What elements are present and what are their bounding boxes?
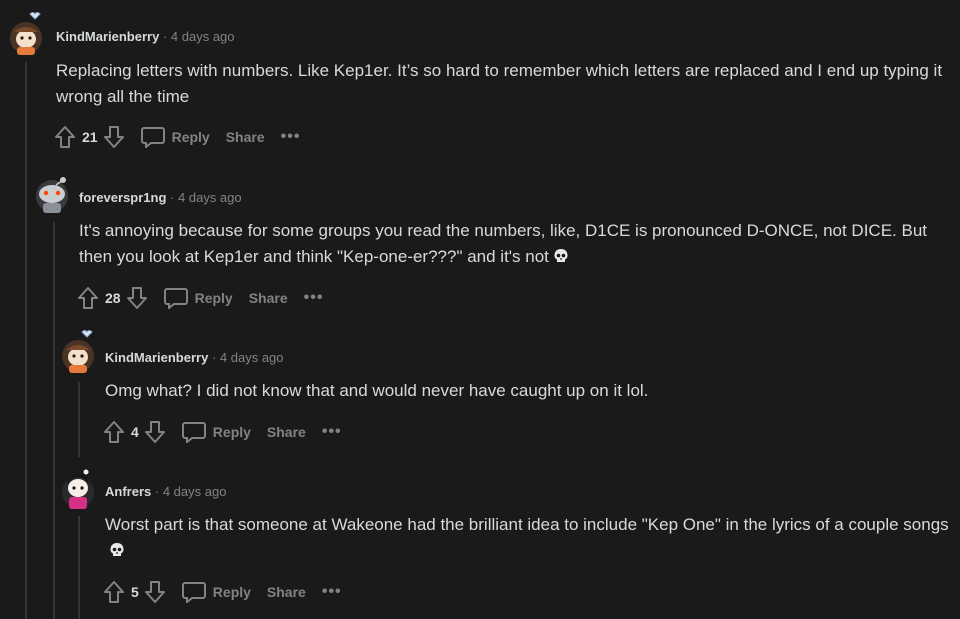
comment-author[interactable]: KindMarienberry (56, 29, 159, 44)
comment-timestamp[interactable]: 4 days ago (178, 190, 242, 205)
reply-button[interactable]: Reply (181, 421, 251, 443)
upvote-icon[interactable] (103, 420, 125, 444)
more-options-icon[interactable]: ••• (322, 584, 342, 600)
comment-timestamp[interactable]: 4 days ago (220, 350, 284, 365)
upvote-icon[interactable] (103, 580, 125, 604)
more-options-icon[interactable]: ••• (281, 129, 301, 145)
comment-body: It's annoying because for some groups yo… (79, 221, 927, 266)
upvote-icon[interactable] (54, 125, 76, 149)
comment-timestamp[interactable]: 4 days ago (163, 484, 227, 499)
reply-label: Reply (212, 584, 251, 600)
meta-separator: · (154, 484, 160, 499)
skull-emoji-icon (109, 540, 125, 566)
comment-body: Worst part is that someone at Wakeone ha… (105, 515, 949, 534)
thread-line-level-3b[interactable] (78, 516, 80, 619)
vote-score: 4 (131, 424, 139, 440)
comment-actions: 21 Reply Share ••• (54, 124, 300, 150)
share-label: Share (266, 424, 306, 440)
meta-separator: · (170, 190, 175, 205)
comment-actions: 28 Reply Share ••• (77, 285, 323, 311)
comment-actions: 4 Reply Share ••• (103, 419, 342, 445)
comment-author[interactable]: KindMarienberry (105, 350, 208, 365)
comment-body: Omg what? I did not know that and would … (105, 381, 649, 400)
downvote-icon[interactable] (126, 286, 148, 310)
more-options-icon[interactable]: ••• (304, 290, 324, 306)
comment-author[interactable]: Anfrers (105, 484, 151, 499)
share-button[interactable]: Share (249, 290, 288, 306)
share-label: Share (225, 129, 265, 145)
comment-bubble-icon (140, 127, 165, 148)
share-button[interactable]: Share (226, 129, 265, 145)
upvote-icon[interactable] (77, 286, 99, 310)
snoo-avatar-brown-hair-icon[interactable] (8, 12, 44, 55)
meta-separator: · (211, 350, 217, 365)
reply-button[interactable]: Reply (181, 581, 251, 603)
comment-actions: 5 Reply Share ••• (103, 579, 342, 605)
reply-button[interactable]: Reply (163, 287, 233, 309)
vote-score: 21 (82, 129, 98, 145)
thread-line-level-2[interactable] (53, 222, 55, 619)
comment-bubble-icon (163, 288, 188, 309)
share-label: Share (266, 584, 306, 600)
thread-line-level-3[interactable] (78, 382, 80, 457)
share-button[interactable]: Share (267, 424, 306, 440)
reply-label: Reply (171, 129, 210, 145)
skull-emoji-icon (553, 246, 569, 272)
more-options-icon[interactable]: ••• (322, 424, 342, 440)
downvote-icon[interactable] (144, 420, 166, 444)
snoo-avatar-pink-icon[interactable] (60, 466, 96, 509)
comment-bubble-icon (181, 582, 206, 603)
comment-author[interactable]: foreverspr1ng (79, 190, 166, 205)
snoo-avatar-gray-icon[interactable] (34, 172, 70, 213)
comment-bubble-icon (181, 422, 206, 443)
comment-timestamp[interactable]: 4 days ago (171, 29, 235, 44)
share-button[interactable]: Share (267, 584, 306, 600)
thread-line-level-1[interactable] (25, 62, 27, 619)
meta-separator: · (162, 29, 168, 44)
reply-button[interactable]: Reply (140, 126, 210, 148)
comment-body: Replacing letters with numbers. Like Kep… (56, 61, 943, 106)
downvote-icon[interactable] (103, 125, 125, 149)
share-label: Share (248, 290, 288, 306)
downvote-icon[interactable] (144, 580, 166, 604)
snoo-avatar-brown-hair-icon[interactable] (60, 330, 96, 373)
reply-label: Reply (194, 290, 233, 306)
vote-score: 5 (131, 584, 139, 600)
reply-label: Reply (212, 424, 251, 440)
vote-score: 28 (105, 290, 121, 306)
